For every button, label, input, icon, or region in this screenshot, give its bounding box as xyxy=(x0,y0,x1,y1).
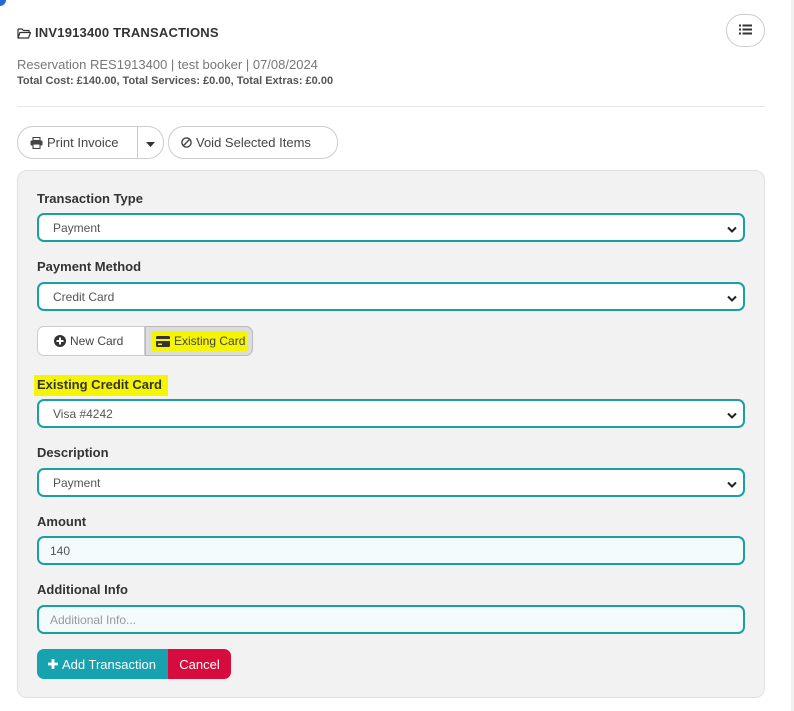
print-options-dropdown[interactable] xyxy=(138,126,164,159)
existing-credit-card-select[interactable]: Visa #4242 xyxy=(37,399,745,428)
existing-credit-card-label: Existing Credit Card xyxy=(34,375,168,396)
existing-card-button[interactable]: Existing Card xyxy=(145,326,253,356)
existing-credit-card-value: Visa #4242 xyxy=(53,406,113,421)
add-transaction-button[interactable]: Add Transaction xyxy=(37,649,168,679)
additional-info-input[interactable]: Additional Info... xyxy=(37,605,745,634)
totals-summary: Total Cost: £140.00, Total Services: £0.… xyxy=(17,75,334,87)
amount-input[interactable]: 140 xyxy=(37,536,745,565)
plus-icon xyxy=(48,659,58,669)
form-actions: Add Transaction Cancel xyxy=(37,649,231,679)
folder-open-icon xyxy=(17,26,32,39)
print-invoice-button[interactable]: Print Invoice xyxy=(17,126,138,159)
description-select[interactable]: Payment xyxy=(37,468,745,497)
card-type-toggle: New Card Existing Card xyxy=(37,326,253,356)
description-label: Description xyxy=(37,445,109,460)
new-card-button[interactable]: New Card xyxy=(37,326,145,356)
page-header: INV1913400 TRANSACTIONS xyxy=(17,14,765,47)
reservation-subtitle: Reservation RES1913400 | test booker | 0… xyxy=(17,57,318,72)
list-view-button[interactable] xyxy=(726,14,765,47)
title-row: INV1913400 TRANSACTIONS xyxy=(17,22,765,42)
chevron-down-icon xyxy=(727,409,737,423)
void-selected-items-label: Void Selected Items xyxy=(196,135,311,150)
transaction-type-label: Transaction Type xyxy=(37,191,143,206)
payment-method-select[interactable]: Credit Card xyxy=(37,282,745,311)
payment-method-value: Credit Card xyxy=(53,289,115,304)
printer-icon xyxy=(30,136,43,149)
page-title: INV1913400 TRANSACTIONS xyxy=(35,24,219,40)
additional-info-placeholder: Additional Info... xyxy=(50,612,137,627)
amount-value: 140 xyxy=(50,543,71,558)
plus-circle-icon xyxy=(54,335,66,347)
invoice-toolbar: Print Invoice Void Selected Items xyxy=(17,126,338,159)
credit-card-icon xyxy=(156,335,170,347)
payment-method-label: Payment Method xyxy=(37,259,142,274)
description-value: Payment xyxy=(53,475,101,490)
caret-down-icon xyxy=(146,134,155,152)
existing-card-highlight: Existing Card xyxy=(152,331,248,351)
corner-indicator xyxy=(0,0,6,6)
transaction-type-value: Payment xyxy=(53,220,101,235)
header-divider xyxy=(17,106,765,107)
ban-icon xyxy=(181,137,192,148)
void-selected-items-button[interactable]: Void Selected Items xyxy=(168,126,338,159)
new-card-label: New Card xyxy=(70,334,124,348)
cancel-button[interactable]: Cancel xyxy=(168,649,231,679)
cancel-label: Cancel xyxy=(179,656,220,672)
additional-info-label: Additional Info xyxy=(37,582,128,597)
chevron-down-icon xyxy=(727,223,737,237)
amount-label: Amount xyxy=(37,514,87,529)
add-transaction-label: Add Transaction xyxy=(62,656,156,672)
chevron-down-icon xyxy=(727,478,737,492)
existing-card-label: Existing Card xyxy=(174,334,246,348)
chevron-down-icon xyxy=(727,292,737,306)
list-icon xyxy=(739,22,752,40)
print-invoice-label: Print Invoice xyxy=(47,135,119,150)
transaction-type-select[interactable]: Payment xyxy=(37,213,745,242)
